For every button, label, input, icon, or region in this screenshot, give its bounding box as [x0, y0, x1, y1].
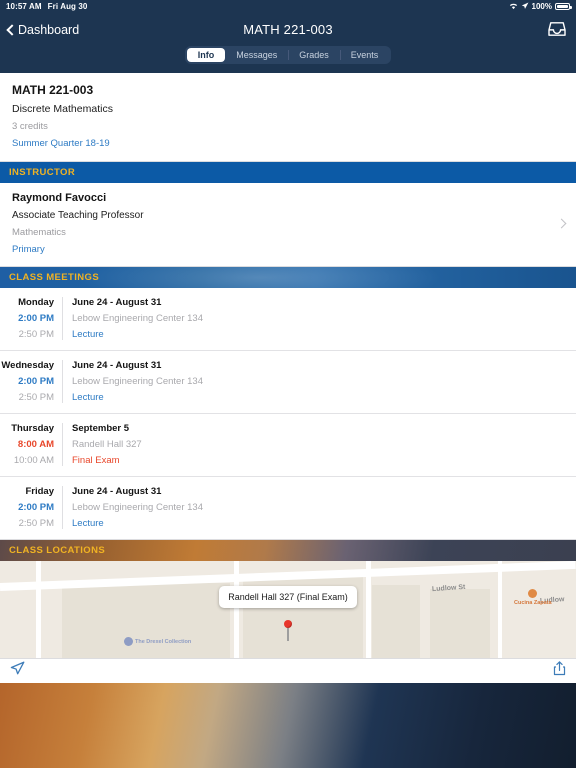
meeting-start-time: 8:00 AM — [17, 439, 54, 450]
share-icon[interactable] — [553, 661, 566, 681]
meeting-dates: September 5 — [72, 423, 130, 434]
tab-bar-container: Info Messages Grades Events — [0, 46, 576, 73]
map-poi-cucina-zapata[interactable]: Cucina Zapata — [514, 589, 552, 606]
class-locations-map[interactable]: Ludlow St Ludlow The Drexel Collection C… — [0, 561, 576, 658]
course-code: MATH 221-003 — [12, 83, 94, 97]
tab-grades[interactable]: Grades — [288, 48, 340, 62]
meeting-end-time: 2:50 PM — [18, 392, 54, 403]
table-row[interactable]: Wednesday 2:00 PM 2:50 PM June 24 - Augu… — [0, 351, 576, 414]
meeting-start-time: 2:00 PM — [18, 502, 54, 513]
instructor-department: Mathematics — [12, 227, 66, 238]
tab-info[interactable]: Info — [186, 48, 226, 62]
meeting-type[interactable]: Final Exam — [72, 455, 576, 466]
meeting-location: Lebow Engineering Center 134 — [72, 376, 203, 387]
status-time: 10:57 AM — [6, 2, 42, 11]
meeting-location: Lebow Engineering Center 134 — [72, 502, 203, 513]
table-row[interactable]: Monday 2:00 PM 2:50 PM June 24 - August … — [0, 288, 576, 351]
museum-icon — [124, 637, 133, 646]
table-row[interactable]: Thursday 8:00 AM 10:00 AM September 5 Ra… — [0, 414, 576, 477]
map-road — [498, 561, 502, 658]
instructor-title: Associate Teaching Professor — [12, 210, 144, 221]
meeting-time-column: Thursday 8:00 AM 10:00 AM — [0, 423, 63, 466]
battery-percent: 100% — [531, 2, 552, 11]
instructor-row[interactable]: Raymond Favocci Associate Teaching Profe… — [0, 183, 576, 267]
meeting-dates: June 24 - August 31 — [72, 297, 162, 308]
section-header-class-meetings: CLASS MEETINGS — [0, 267, 576, 288]
status-bar: 10:57 AM Fri Aug 30 100% — [0, 0, 576, 13]
tab-messages[interactable]: Messages — [225, 48, 288, 62]
meeting-end-time: 10:00 AM — [13, 455, 54, 466]
tab-events[interactable]: Events — [339, 48, 390, 62]
segmented-control[interactable]: Info Messages Grades Events — [184, 46, 392, 64]
app-root: 10:57 AM Fri Aug 30 100% Dashboard MATH … — [0, 0, 576, 768]
chevron-left-icon — [6, 25, 15, 34]
map-toolbar — [0, 658, 576, 683]
status-bar-left: 10:57 AM Fri Aug 30 — [6, 2, 87, 11]
map-pin-icon[interactable] — [284, 620, 292, 641]
section-header-instructor: INSTRUCTOR — [0, 162, 576, 183]
meeting-day: Monday — [18, 297, 54, 308]
course-credits: 3 credits — [12, 121, 48, 132]
map-block — [430, 589, 490, 658]
battery-icon — [555, 3, 572, 10]
meeting-day: Wednesday — [1, 360, 54, 371]
meeting-detail-column: September 5 Randell Hall 327 Final Exam — [63, 423, 576, 466]
meeting-day: Friday — [25, 486, 54, 497]
section-header-class-locations: CLASS LOCATIONS — [0, 540, 576, 561]
meeting-detail-column: June 24 - August 31 Lebow Engineering Ce… — [63, 486, 576, 529]
map-block — [372, 585, 420, 658]
location-arrow-icon[interactable] — [10, 661, 25, 681]
meeting-start-time: 2:00 PM — [18, 376, 54, 387]
map-poi-drexel-collection[interactable]: The Drexel Collection — [124, 637, 191, 646]
map-callout[interactable]: Randell Hall 327 (Final Exam) — [219, 586, 357, 608]
back-button-label: Dashboard — [18, 22, 80, 37]
meeting-type[interactable]: Lecture — [72, 518, 576, 529]
meeting-end-time: 2:50 PM — [18, 518, 54, 529]
meeting-type[interactable]: Lecture — [72, 329, 576, 340]
meeting-time-column: Friday 2:00 PM 2:50 PM — [0, 486, 63, 529]
map-road — [36, 561, 41, 658]
meeting-day: Thursday — [11, 423, 54, 434]
meeting-time-column: Monday 2:00 PM 2:50 PM — [0, 297, 63, 340]
status-bar-right: 100% — [509, 2, 572, 12]
meeting-detail-column: June 24 - August 31 Lebow Engineering Ce… — [63, 297, 576, 340]
meeting-end-time: 2:50 PM — [18, 329, 54, 340]
map-block — [62, 583, 230, 658]
restaurant-icon — [528, 589, 538, 598]
meeting-dates: June 24 - August 31 — [72, 360, 162, 371]
wifi-icon — [509, 2, 518, 12]
meeting-dates: June 24 - August 31 — [72, 486, 162, 497]
map-poi-label: Cucina Zapata — [514, 600, 552, 606]
course-term-link[interactable]: Summer Quarter 18-19 — [12, 138, 564, 149]
inbox-tray-icon[interactable] — [548, 21, 566, 42]
content-scroll-area[interactable]: MATH 221-003 Discrete Mathematics 3 cred… — [0, 73, 576, 768]
meeting-location: Randell Hall 327 — [72, 439, 142, 450]
meeting-time-column: Wednesday 2:00 PM 2:50 PM — [0, 360, 63, 403]
meeting-location: Lebow Engineering Center 134 — [72, 313, 203, 324]
map-poi-label: The Drexel Collection — [135, 638, 192, 645]
back-button[interactable]: Dashboard — [6, 23, 79, 37]
instructor-role[interactable]: Primary — [12, 244, 564, 255]
location-arrow-icon — [521, 2, 529, 12]
instructor-name: Raymond Favocci — [12, 192, 107, 204]
course-name: Discrete Mathematics — [12, 103, 113, 115]
page-title: MATH 221-003 — [243, 22, 333, 37]
meeting-start-time: 2:00 PM — [18, 313, 54, 324]
meeting-type[interactable]: Lecture — [72, 392, 576, 403]
class-meetings-list: Monday 2:00 PM 2:50 PM June 24 - August … — [0, 288, 576, 540]
status-date: Fri Aug 30 — [47, 2, 88, 11]
map-road — [234, 561, 239, 658]
map-road — [366, 561, 371, 658]
photo-banner — [0, 683, 576, 768]
map-callout-label: Randell Hall 327 (Final Exam) — [228, 592, 348, 602]
navigation-bar: Dashboard MATH 221-003 — [0, 13, 576, 46]
meeting-detail-column: June 24 - August 31 Lebow Engineering Ce… — [63, 360, 576, 403]
course-summary-card: MATH 221-003 Discrete Mathematics 3 cred… — [0, 73, 576, 162]
table-row[interactable]: Friday 2:00 PM 2:50 PM June 24 - August … — [0, 477, 576, 539]
